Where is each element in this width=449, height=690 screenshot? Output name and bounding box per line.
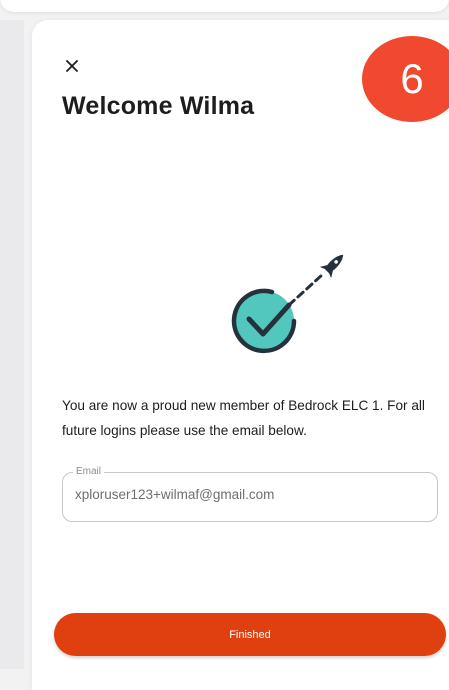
- close-button[interactable]: [62, 56, 82, 76]
- welcome-message: You are now a proud new member of Bedroc…: [62, 398, 425, 438]
- page-title: Welcome Wilma: [62, 92, 255, 120]
- email-field-label: Email: [73, 465, 105, 479]
- finished-button[interactable]: Finished: [54, 613, 446, 656]
- background-card: [0, 0, 449, 12]
- welcome-dialog: Welcome Wilma 6: [32, 20, 449, 690]
- email-field[interactable]: Email: [62, 465, 438, 522]
- step-number-badge: 6: [362, 36, 449, 122]
- background-panel: [0, 20, 24, 669]
- close-icon: [66, 60, 78, 72]
- email-input[interactable]: [63, 487, 435, 502]
- rocket-checkmark-icon: [231, 254, 344, 354]
